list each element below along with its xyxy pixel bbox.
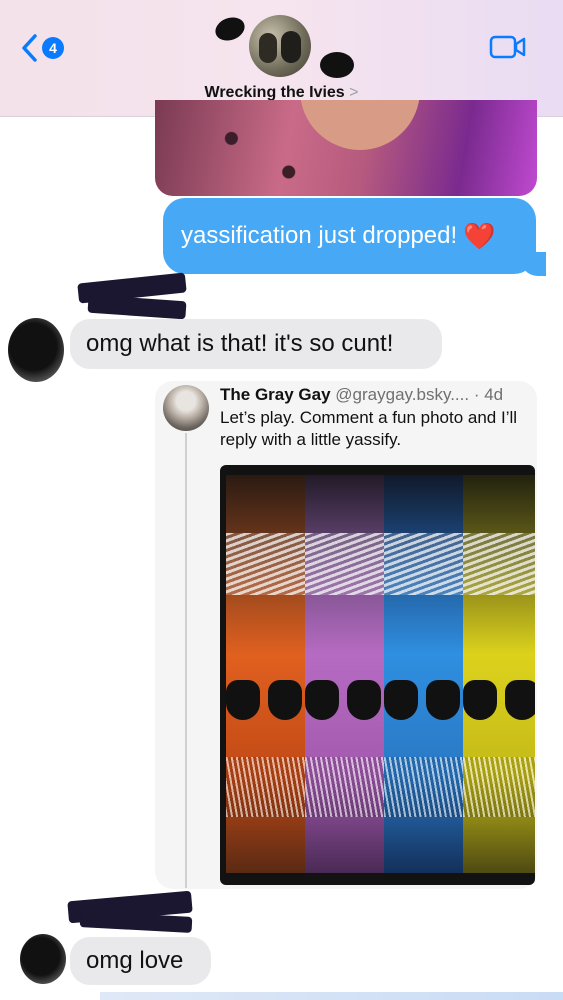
video-call-icon: [489, 35, 526, 59]
author-line: The Gray Gay @graygay.bsky.... · 4d: [220, 385, 503, 405]
author-avatar: [163, 385, 209, 431]
sender-avatar[interactable]: [8, 318, 64, 382]
sent-message-text: yassification just dropped!: [181, 222, 458, 249]
received-message-bubble[interactable]: omg love: [70, 937, 211, 985]
thread-line: [185, 433, 187, 888]
received-message-text: omg love: [86, 947, 184, 974]
image-message[interactable]: [155, 100, 537, 196]
received-message-bubble[interactable]: omg what is that! it's so cunt!: [70, 319, 442, 369]
post-text: Let’s play. Comment a fun photo and I’ll…: [220, 408, 518, 449]
redacted-sender-name: [87, 294, 187, 320]
back-chevron-icon: [22, 34, 37, 62]
photo-strip: [384, 475, 463, 873]
author-handle: @graygay.bsky....: [335, 385, 470, 404]
redaction-mark: [320, 52, 354, 78]
sender-avatar[interactable]: [20, 934, 66, 984]
chevron-right-icon: >: [349, 84, 359, 101]
next-message-edge: [100, 992, 563, 1000]
photo-strip: [226, 475, 305, 873]
back-button[interactable]: 4: [20, 33, 64, 63]
group-name: Wrecking the Ivies: [204, 84, 345, 101]
video-call-button[interactable]: [489, 34, 527, 65]
sent-message-bubble[interactable]: yassification just dropped! ❤️: [163, 198, 536, 274]
author-name: The Gray Gay: [220, 385, 331, 404]
photo-strip: [305, 475, 384, 873]
received-message-text: omg what is that! it's so cunt!: [86, 330, 394, 357]
post-photo[interactable]: [220, 465, 535, 885]
redaction-mark: [212, 13, 248, 45]
group-avatar[interactable]: [249, 15, 311, 77]
unread-count-badge: 4: [42, 37, 64, 59]
photo-strip: [463, 475, 535, 873]
link-preview-card[interactable]: The Gray Gay @graygay.bsky.... · 4d Let’…: [155, 381, 537, 889]
post-age: · 4d: [473, 385, 504, 404]
heart-emoji-icon: ❤️: [463, 220, 496, 251]
redacted-sender-name: [79, 911, 193, 933]
